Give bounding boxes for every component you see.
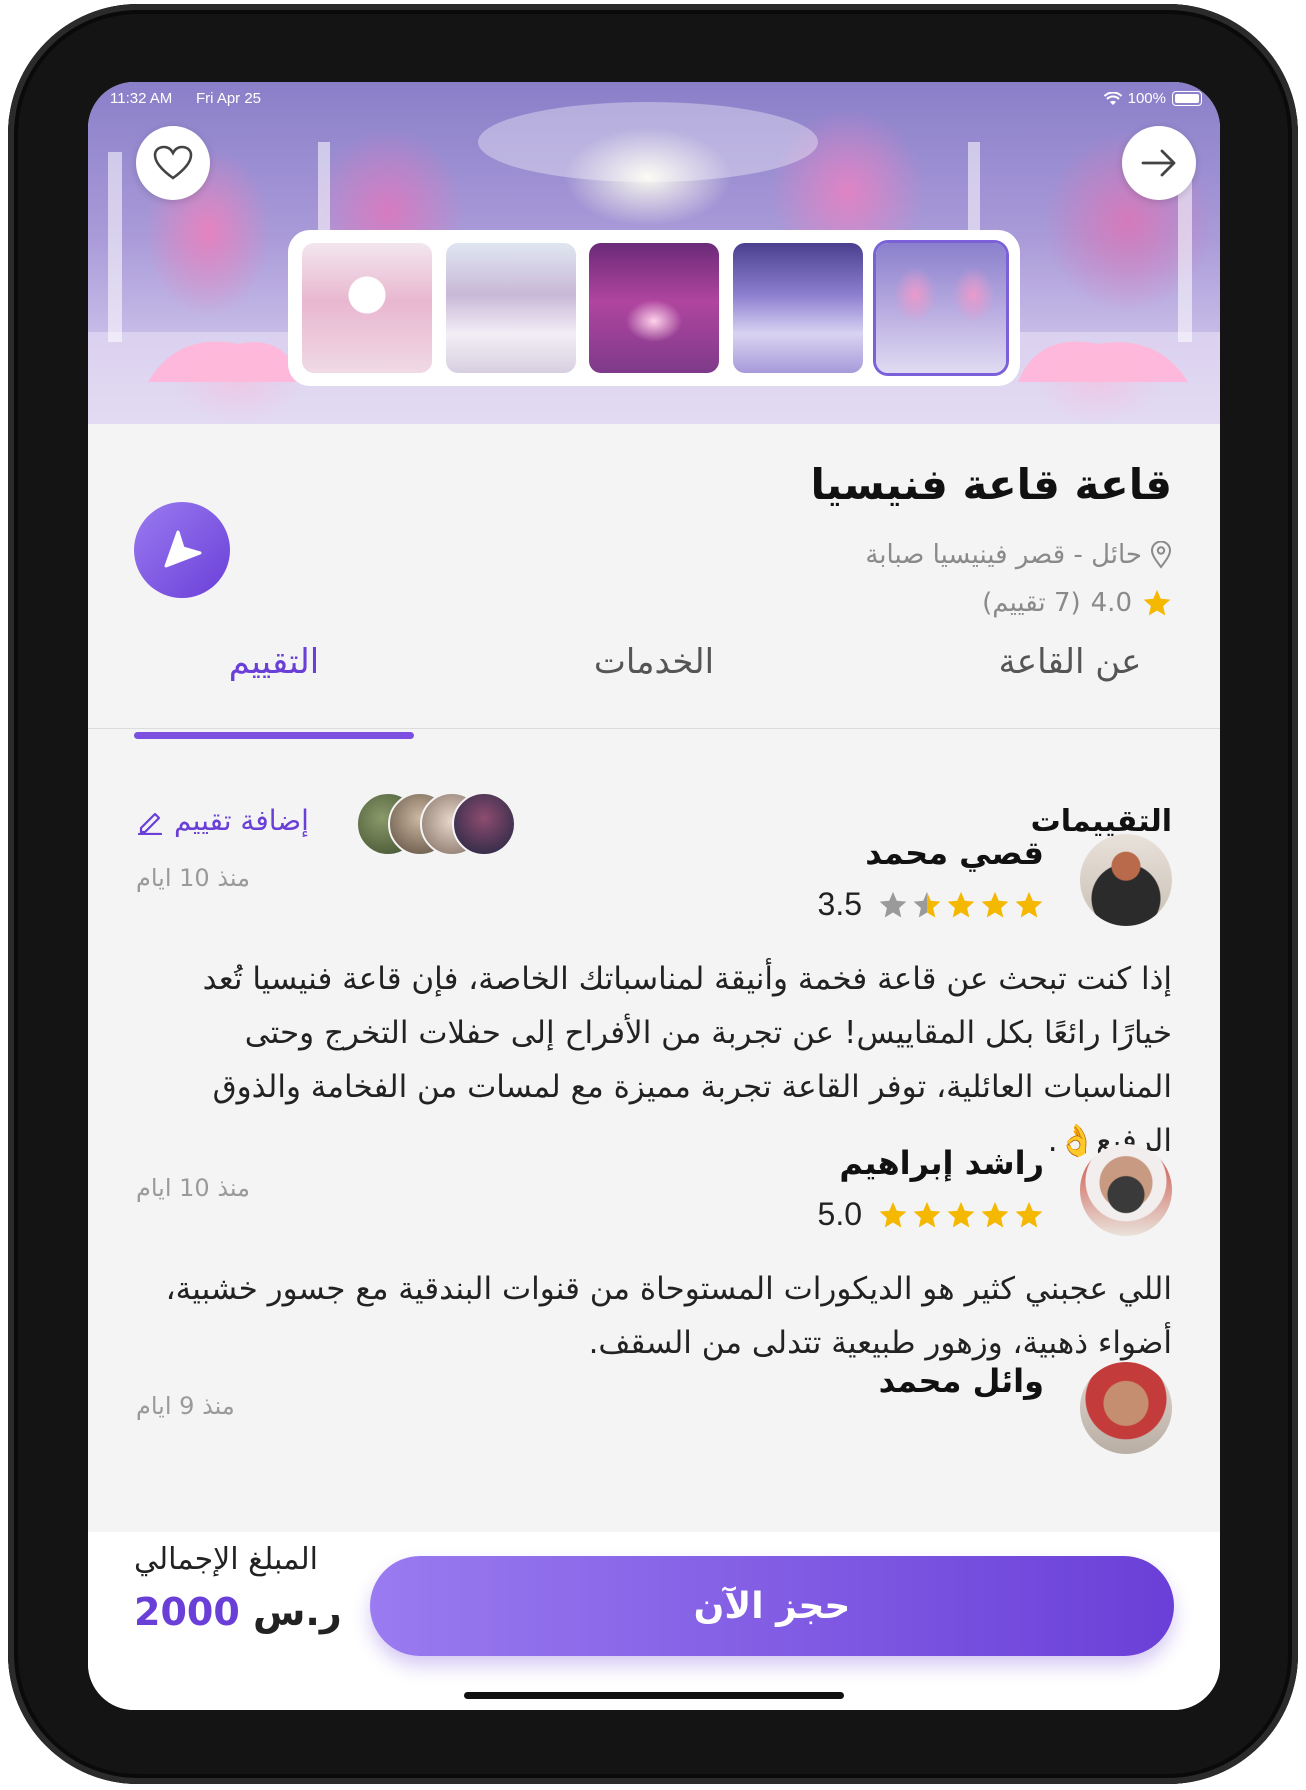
star-full-icon	[947, 891, 975, 917]
status-time: 11:32 AM	[110, 90, 173, 107]
reviewer-name: راشد إبراهيم	[839, 1144, 1044, 1182]
venue-hero-image: 11:32 AM Fri Apr 25 100%	[88, 82, 1220, 424]
gallery-thumb[interactable]	[302, 243, 432, 373]
reviewer-name: قصي محمد	[865, 834, 1044, 872]
total-value: ر.س 2000	[134, 1590, 342, 1634]
total-label: المبلغ الإجمالي	[134, 1542, 318, 1577]
battery-icon	[1172, 91, 1202, 106]
tab-bar: عن القاعة الخدمات التقييم	[88, 642, 1220, 729]
review-date: منذ 10 ايام	[136, 864, 251, 892]
back-button[interactable]	[1122, 126, 1196, 200]
stars-holder	[878, 1200, 1044, 1230]
venue-location: حائل - قصر فينيسيا صبابة	[865, 540, 1172, 570]
star-full-icon	[913, 1201, 941, 1227]
tab-services[interactable]: الخدمات	[504, 642, 804, 682]
star-full-icon	[947, 1201, 975, 1227]
arrow-right-icon	[1141, 149, 1176, 177]
heart-icon	[153, 145, 193, 180]
star-half-icon	[913, 891, 941, 917]
star-full-icon	[1015, 1201, 1043, 1227]
add-review-button[interactable]: إضافة تقييم	[136, 804, 309, 837]
wifi-icon	[1103, 91, 1122, 105]
review-date: منذ 10 ايام	[136, 1174, 251, 1202]
stars-holder	[878, 890, 1044, 920]
venue-rating-value: 4.0	[1090, 588, 1132, 618]
gallery-thumb[interactable]	[445, 243, 576, 373]
star-full-icon	[1015, 891, 1043, 917]
venue-rating: 4.0 (7 تقييم)	[982, 588, 1172, 618]
star-full-icon	[879, 1201, 907, 1227]
reviewer-avatar	[1080, 834, 1172, 926]
tab-about[interactable]: عن القاعة	[920, 642, 1220, 682]
photo-gallery	[288, 230, 1020, 386]
navigate-button[interactable]	[134, 502, 230, 598]
review-item: راشد إبراهيم 5.0 منذ 10 ايام اللي عجبني …	[136, 1144, 1172, 1361]
venue-title: قاعة قاعة فنيسيا	[810, 460, 1172, 509]
app-screen: 11:32 AM Fri Apr 25 100% قاعة قاعة فنيسي…	[88, 82, 1220, 1710]
review-score: 5.0	[817, 1196, 862, 1232]
gallery-thumb[interactable]	[732, 243, 863, 373]
star-icon	[1143, 589, 1171, 616]
gallery-thumb-selected[interactable]	[876, 243, 1006, 373]
reviewer-avatar	[1080, 1144, 1172, 1236]
venue-location-text: حائل - قصر فينيسيا صبابة	[865, 540, 1142, 570]
review-stars: 3.5	[818, 886, 1044, 923]
venue-rating-count: (7 تقييم)	[982, 588, 1081, 618]
reviewer-avatar	[1080, 1362, 1172, 1454]
pencil-icon	[137, 812, 163, 835]
currency: ر.س	[253, 1590, 342, 1634]
gallery-thumb[interactable]	[589, 243, 719, 373]
add-review-label: إضافة تقييم	[174, 804, 309, 837]
review-item: قصي محمد 3.5 منذ 10 ايام إذا كنت تبحث عن…	[136, 834, 1172, 1159]
review-score: 3.5	[817, 886, 862, 922]
review-text: اللي عجبني كثير هو الديكورات المستوحاة م…	[165, 1271, 1172, 1361]
status-indicators: 100%	[1103, 90, 1202, 107]
battery-percent: 100%	[1127, 90, 1166, 107]
navigation-arrow-icon	[164, 530, 202, 568]
status-date: Fri Apr 25	[196, 90, 262, 107]
location-pin-icon	[1150, 541, 1172, 569]
star-full-icon	[981, 891, 1009, 917]
review-item: وائل محمد منذ 9 ايام	[136, 1362, 1172, 1532]
active-tab-indicator	[134, 732, 414, 739]
star-empty-icon	[879, 891, 907, 917]
book-now-button[interactable]: حجز الآن	[370, 1556, 1174, 1656]
review-stars: 5.0	[818, 1196, 1044, 1233]
review-text: إذا كنت تبحث عن قاعة فخمة وأنيقة لمناسبا…	[202, 961, 1172, 1159]
reviewer-name: وائل محمد	[878, 1362, 1044, 1400]
home-indicator	[464, 1692, 844, 1699]
favorite-button[interactable]	[136, 126, 210, 200]
star-full-icon	[981, 1201, 1009, 1227]
total-amount: 2000	[134, 1590, 240, 1634]
review-date: منذ 9 ايام	[136, 1392, 235, 1420]
tab-reviews[interactable]: التقييم	[134, 642, 414, 682]
